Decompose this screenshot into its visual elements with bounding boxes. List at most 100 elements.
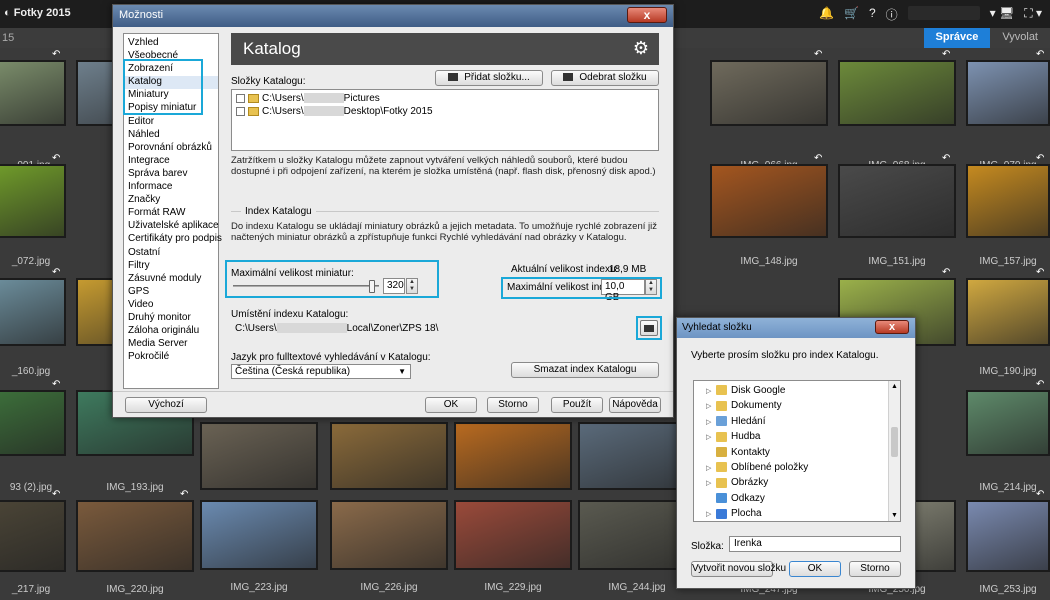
folder-checkbox[interactable]	[236, 106, 245, 116]
fullscreen-icon[interactable]: ⛶ ▾	[1024, 6, 1042, 23]
add-folder-button[interactable]: Přidat složku...	[435, 70, 543, 86]
photo-filename: _217.jpg	[11, 584, 51, 595]
user-icon[interactable]: ⓘ	[886, 6, 898, 23]
tree-item[interactable]: ▷ Oblíbené položky	[706, 462, 808, 473]
remove-folder-button[interactable]: Odebrat složku	[551, 70, 659, 86]
category-item[interactable]: Video	[124, 299, 218, 312]
cart-icon[interactable]: 🛒	[844, 6, 859, 23]
photo-filename: IMG_223.jpg	[230, 582, 288, 593]
category-item[interactable]: Integrace	[124, 155, 218, 168]
delete-index-button[interactable]: Smazat index Katalogu	[511, 362, 659, 378]
tab-vyvolat[interactable]: Vyvolat	[990, 28, 1050, 48]
tree-item-label: Hledání	[731, 415, 766, 427]
photo-image	[200, 500, 318, 570]
index-note: Do indexu Katalogu se ukládají miniatury…	[231, 221, 657, 243]
category-item[interactable]: Editor	[124, 116, 218, 129]
index-section-title: Index Katalogu	[241, 206, 316, 217]
folder-icon	[716, 477, 727, 488]
folder-path-prefix: C:\Users\	[262, 106, 304, 117]
tree-item[interactable]: ▷ Disk Google	[706, 385, 785, 396]
photo-image	[966, 500, 1050, 572]
bell-icon[interactable]: 🔔	[819, 6, 834, 23]
tree-item-label: Disk Google	[731, 385, 786, 396]
folder-checkbox[interactable]	[236, 93, 245, 103]
category-item[interactable]: Certifikáty pro podpis	[124, 233, 222, 246]
default-button[interactable]: Výchozí	[125, 397, 207, 413]
photo-image	[710, 164, 828, 238]
tree-scrollbar[interactable]: ▲ ▼	[888, 381, 900, 521]
category-item[interactable]: Zásuvné moduly	[124, 273, 218, 286]
new-folder-button[interactable]: Vytvořit novou složku	[691, 561, 786, 577]
tree-item[interactable]: ▷ Hudba	[706, 431, 760, 442]
category-item[interactable]: Vzhled	[124, 37, 218, 50]
category-item[interactable]: Ostatní	[124, 247, 218, 260]
category-item[interactable]: GPS	[124, 286, 218, 299]
category-item[interactable]: Informace	[124, 181, 218, 194]
tree-item-label: Oblíbené položky	[731, 462, 809, 473]
tree-item[interactable]: ▷ Dokumenty	[706, 400, 782, 411]
folder-row[interactable]: C:\Users\ Desktop\Fotky 2015	[236, 106, 433, 117]
category-item[interactable]: Značky	[124, 194, 218, 207]
language-label: Jazyk pro fulltextové vyhledávání v Kata…	[231, 352, 431, 363]
rotate-icon: ↶	[52, 49, 61, 60]
ok-button[interactable]: OK	[789, 561, 841, 577]
current-index-value: 18,9 MB	[609, 264, 647, 275]
apply-button[interactable]: Použít	[551, 397, 603, 413]
category-item[interactable]: Záloha originálu	[124, 325, 218, 338]
category-item[interactable]: Uživatelské aplikace	[124, 220, 219, 233]
category-item[interactable]: Pokročilé	[124, 351, 218, 364]
tree-item[interactable]: ▷ Hledání	[706, 416, 765, 427]
cancel-button[interactable]: Storno	[849, 561, 901, 577]
monitor-icon[interactable]: ▾ 🖥	[990, 6, 1015, 23]
close-button[interactable]: x	[627, 7, 667, 23]
category-item[interactable]: Druhý monitor	[124, 312, 218, 325]
tree-item[interactable]: Odkazy	[706, 493, 765, 504]
category-item[interactable]: Porovnání obrázků	[124, 142, 218, 155]
scroll-thumb[interactable]	[891, 427, 898, 457]
options-dialog-title: Možnosti	[119, 9, 164, 21]
folder-icon	[248, 93, 259, 103]
folder-icon	[716, 416, 727, 427]
expand-icon[interactable]: ▷	[706, 402, 716, 410]
expand-icon[interactable]: ▷	[706, 510, 716, 518]
expand-icon[interactable]: ▷	[706, 387, 716, 395]
category-item[interactable]: Náhled	[124, 129, 218, 142]
scroll-down-icon[interactable]: ▼	[891, 512, 898, 519]
help-button[interactable]: Nápověda	[609, 397, 661, 413]
rotate-icon: ↶	[942, 267, 951, 278]
folder-row[interactable]: C:\Users\ Pictures	[236, 93, 380, 104]
rotate-icon: ↶	[52, 153, 61, 164]
folder-path-suffix: Desktop\Fotky 2015	[343, 106, 433, 117]
expand-icon[interactable]: ▷	[706, 418, 716, 426]
expand-icon[interactable]: ▷	[706, 433, 716, 441]
ok-button[interactable]: OK	[425, 397, 477, 413]
category-item[interactable]: Media Server	[124, 338, 218, 351]
category-item[interactable]: Formát RAW	[124, 207, 218, 220]
gear-icon: ⚙	[632, 38, 649, 58]
category-item[interactable]: Filtry	[124, 260, 218, 273]
photo-image	[838, 164, 956, 238]
photo-filename: IMG_193.jpg	[106, 482, 164, 493]
folders-note: Zatržítkem u složky Katalogu můžete zapn…	[231, 155, 656, 177]
folder-name-input[interactable]: Irenka	[729, 536, 901, 552]
language-select[interactable]: Čeština (Česká republika) ▼	[231, 364, 411, 379]
photo-filename: IMG_253.jpg	[979, 584, 1037, 595]
expand-icon[interactable]: ▷	[706, 479, 716, 487]
redacted-text	[303, 93, 344, 104]
expand-icon[interactable]: ▷	[706, 464, 716, 472]
photo-image	[710, 60, 828, 126]
tree-item-label: Hudba	[731, 431, 761, 443]
tree-item[interactable]: Kontakty	[706, 447, 770, 458]
close-button[interactable]: x	[875, 320, 909, 334]
tree-item[interactable]: ▷ Plocha	[706, 508, 762, 519]
tab-spravce[interactable]: Správce	[923, 28, 991, 48]
help-icon[interactable]: ?	[869, 6, 876, 23]
tree-item[interactable]: ▷ Obrázky	[706, 477, 768, 488]
rotate-icon: ↶	[1036, 379, 1045, 390]
top-toolbar: 🔔 🛒 ? ⓘ ▾ 🖥 ⛶ ▾	[819, 6, 1042, 23]
rotate-icon: ↶	[52, 379, 61, 390]
breadcrumb: 15	[2, 32, 15, 44]
category-item[interactable]: Správa barev	[124, 168, 218, 181]
scroll-up-icon[interactable]: ▲	[891, 383, 898, 390]
cancel-button[interactable]: Storno	[487, 397, 539, 413]
